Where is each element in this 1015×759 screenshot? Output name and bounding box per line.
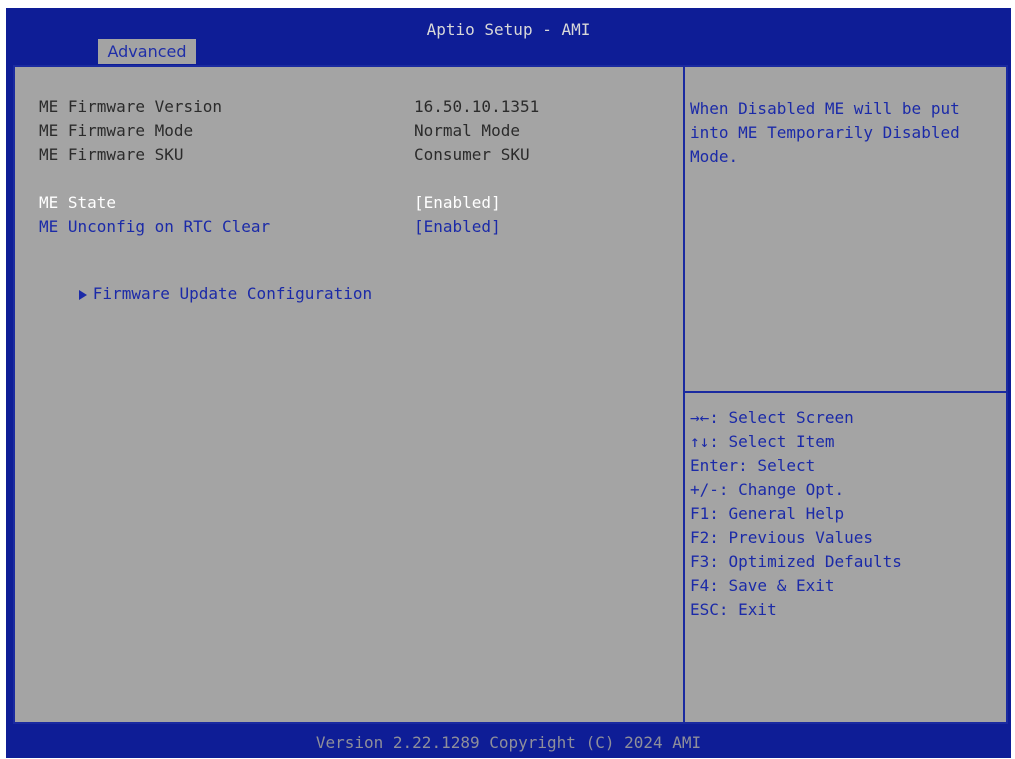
submenu-label: Firmware Update Configuration — [92, 284, 373, 303]
setting-me-unconfig-value[interactable]: [Enabled] — [414, 217, 501, 236]
info-value-firmware-mode: Normal Mode — [414, 121, 520, 140]
key-select-screen: →←: Select Screen — [690, 408, 854, 427]
key-optimized-defaults: F3: Optimized Defaults — [690, 552, 902, 571]
horizontal-divider — [685, 391, 1006, 393]
info-value-firmware-sku: Consumer SKU — [414, 145, 530, 164]
info-value-firmware-version: 16.50.10.1351 — [414, 97, 540, 116]
info-label-firmware-mode: ME Firmware Mode — [39, 121, 194, 140]
help-text: When Disabled ME will be put into ME Tem… — [690, 99, 960, 166]
setting-me-unconfig-label[interactable]: ME Unconfig on RTC Clear — [39, 217, 270, 236]
triangle-right-icon — [78, 289, 87, 300]
key-esc-exit: ESC: Exit — [690, 600, 777, 619]
key-enter: Enter: Select — [690, 456, 816, 475]
key-previous-values: F2: Previous Values — [690, 528, 874, 547]
key-save-exit: F4: Save & Exit — [690, 576, 835, 595]
key-change-opt: +/-: Change Opt. — [690, 480, 845, 499]
window-title: Aptio Setup - AMI — [426, 20, 591, 39]
info-label-firmware-version: ME Firmware Version — [39, 97, 223, 116]
main-panel: ME Firmware Version 16.50.10.1351 ME Fir… — [13, 65, 1008, 724]
submenu-firmware-update[interactable]: Firmware Update Configuration — [21, 265, 372, 322]
key-legend: →←: Select Screen ↑↓: Select Item Enter:… — [690, 406, 902, 622]
key-select-item: ↑↓: Select Item — [690, 432, 835, 451]
info-label-firmware-sku: ME Firmware SKU — [39, 145, 184, 164]
vertical-divider — [683, 67, 685, 722]
tab-advanced[interactable]: Advanced — [98, 39, 196, 64]
setting-me-state-value[interactable]: [Enabled] — [414, 193, 501, 212]
version-footer: Version 2.22.1289 Copyright (C) 2024 AMI — [315, 733, 702, 752]
setting-me-state-label[interactable]: ME State — [39, 193, 116, 212]
bios-window: Aptio Setup - AMI Advanced ME Firmware V… — [6, 8, 1011, 758]
key-general-help: F1: General Help — [690, 504, 845, 523]
